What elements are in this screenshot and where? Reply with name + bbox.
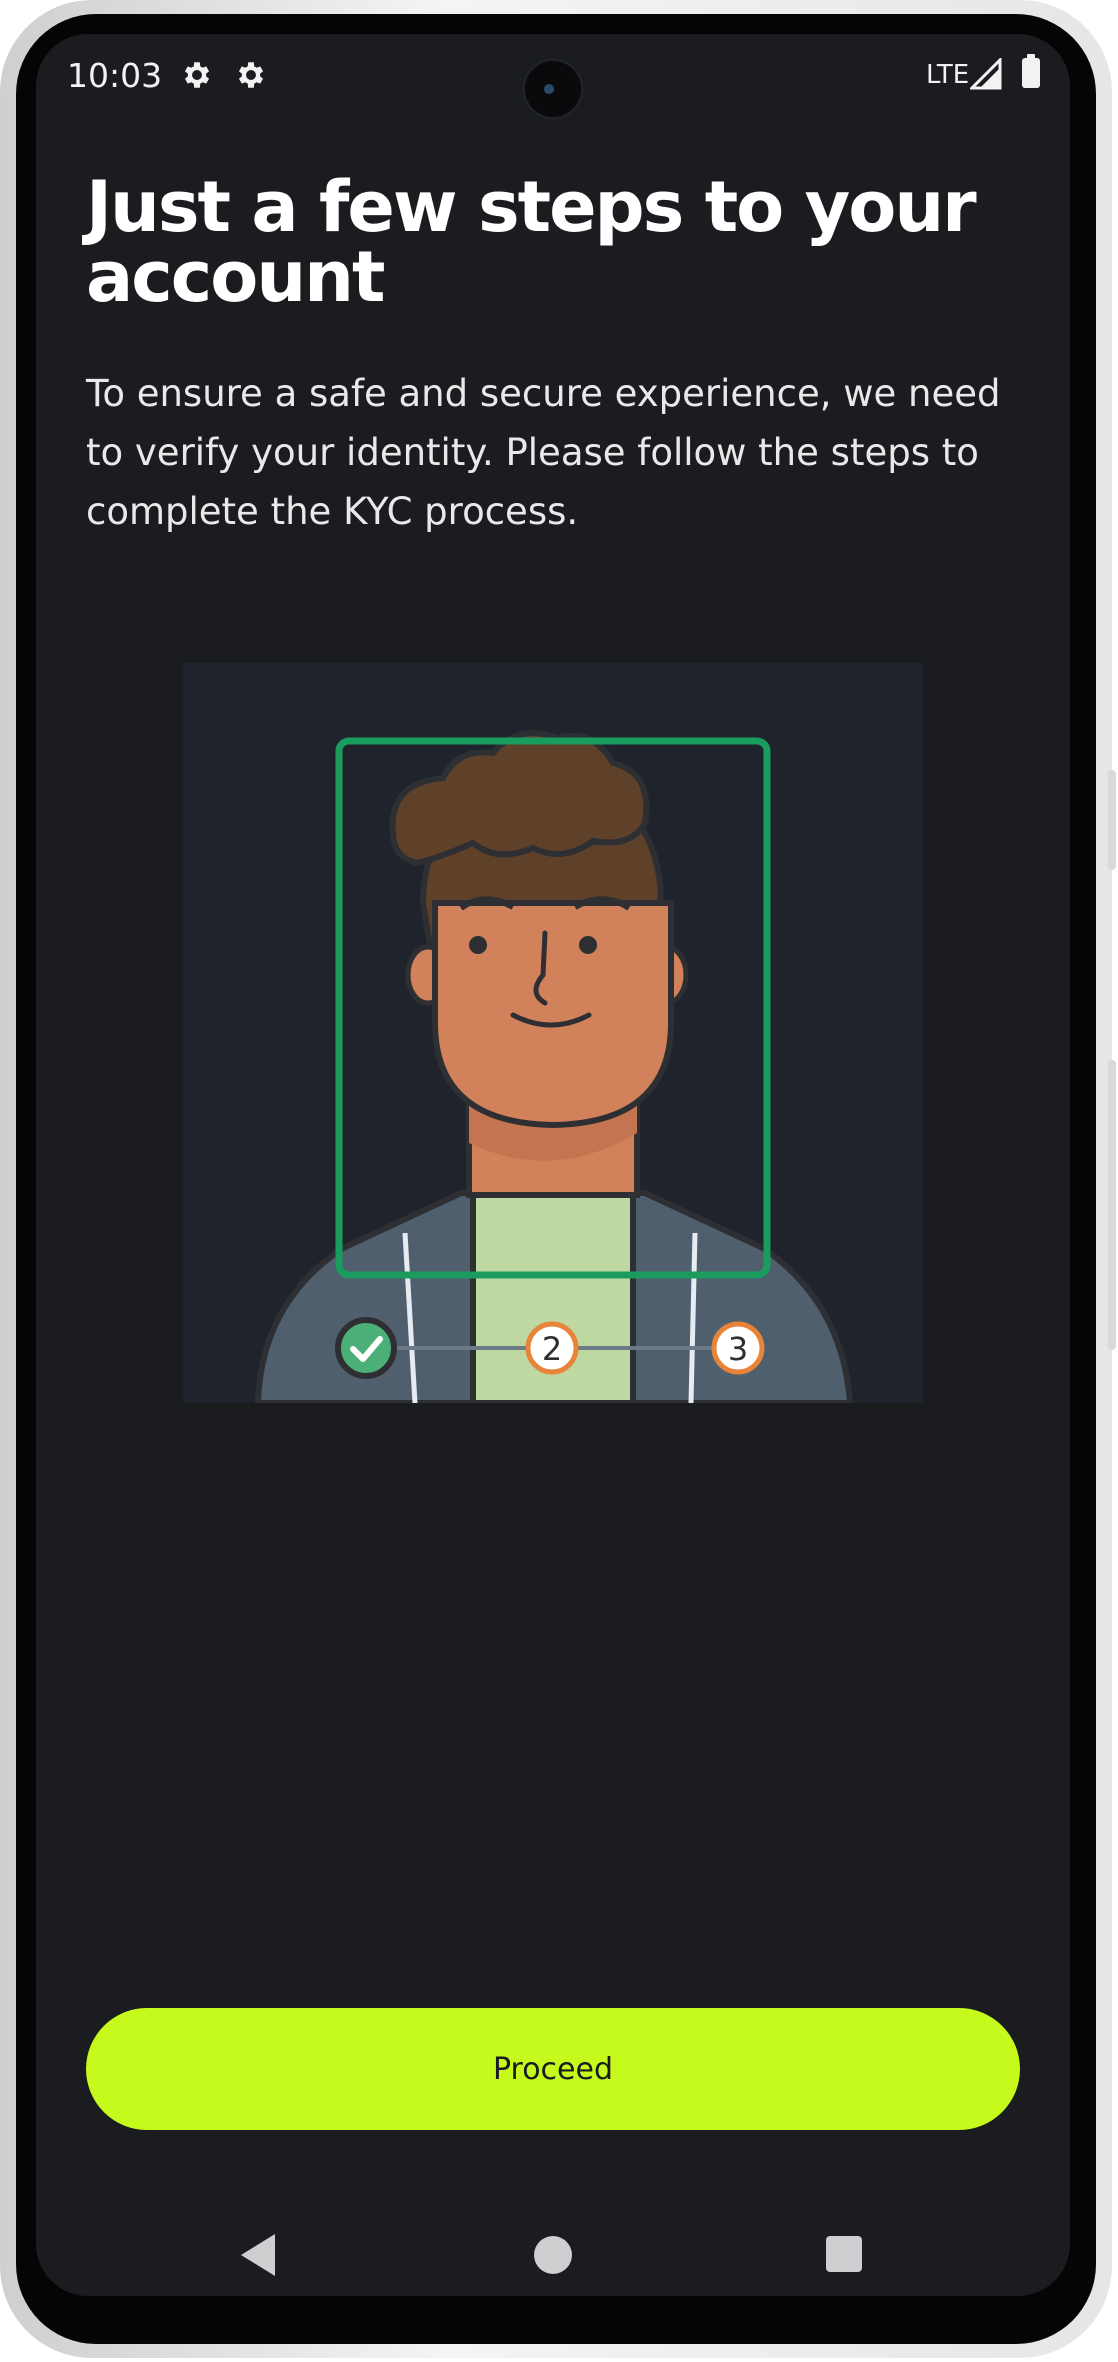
cell-signal-icon <box>970 58 1002 90</box>
step-3-label: 3 <box>728 1330 748 1368</box>
eye-right <box>579 936 597 954</box>
back-icon[interactable] <box>241 2234 275 2276</box>
settings-gear-icon <box>184 62 210 88</box>
step-1-completed <box>335 1317 397 1379</box>
step-2-label: 2 <box>542 1330 562 1368</box>
eye-left <box>469 936 487 954</box>
status-bar: 10:03 LTE <box>36 34 1070 120</box>
settings-gear-icon <box>238 62 264 88</box>
system-nav-bar <box>36 2214 1070 2294</box>
home-icon[interactable] <box>534 2236 572 2274</box>
face <box>432 900 674 1129</box>
battery-full-icon <box>1022 54 1040 88</box>
proceed-button[interactable]: Proceed <box>86 2008 1020 2130</box>
network-type: LTE <box>926 60 970 90</box>
step-2-pending: 2 <box>525 1321 579 1375</box>
kyc-face-scan-illustration: 2 3 <box>183 663 923 1403</box>
front-camera <box>522 58 584 120</box>
app-screen: 10:03 LTE Just a few steps to your accou… <box>36 34 1070 2296</box>
step-3-pending: 3 <box>711 1321 765 1375</box>
page-title: Just a few steps to your account <box>86 166 977 318</box>
power-button <box>1108 1060 1116 1350</box>
volume-button <box>1108 770 1116 870</box>
status-time: 10:03 <box>67 56 163 95</box>
recents-icon[interactable] <box>826 2236 862 2272</box>
page-description: To ensure a safe and secure experience, … <box>86 372 1001 533</box>
